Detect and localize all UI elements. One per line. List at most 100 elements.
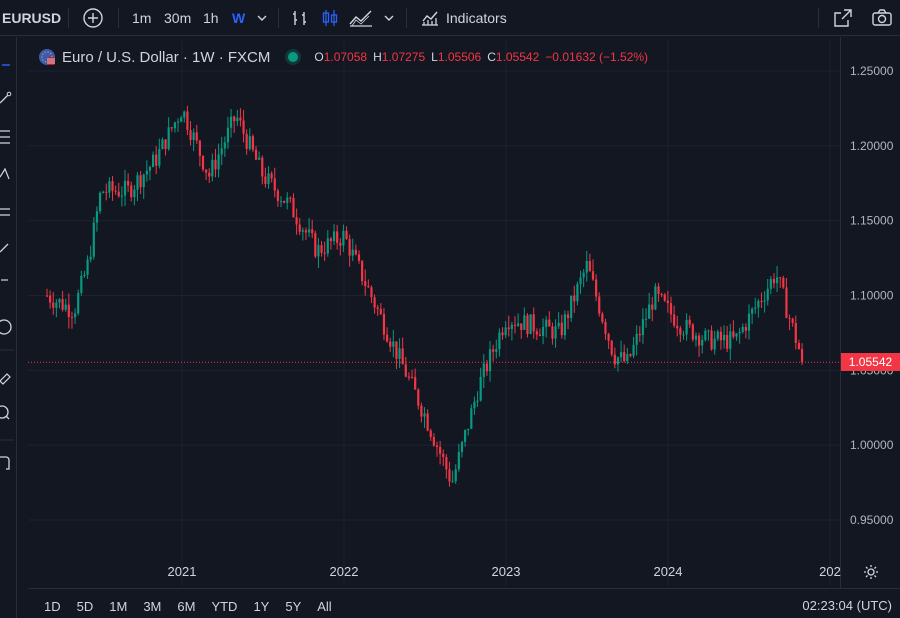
range-ytd[interactable]: YTD bbox=[211, 599, 237, 614]
candle-body bbox=[333, 231, 335, 241]
candle-body bbox=[714, 339, 716, 350]
candle-body bbox=[305, 230, 307, 232]
candle-body bbox=[149, 167, 151, 171]
candle-body bbox=[143, 175, 145, 188]
candle-body bbox=[455, 469, 457, 481]
candle-body bbox=[299, 224, 301, 231]
candle-body bbox=[174, 122, 176, 128]
candle-body bbox=[754, 307, 756, 308]
candle-body bbox=[202, 156, 204, 170]
candle-body bbox=[608, 334, 610, 341]
candle-body bbox=[442, 454, 444, 457]
candle-body bbox=[651, 305, 653, 310]
candle-body bbox=[408, 377, 410, 378]
market-status-icon bbox=[288, 52, 298, 62]
candle-body bbox=[467, 429, 469, 430]
candle-body bbox=[58, 299, 60, 302]
candle-body bbox=[461, 442, 463, 452]
price-chart[interactable]: 1.250001.200001.150001.100001.050001.000… bbox=[0, 0, 900, 618]
candle-body bbox=[77, 293, 79, 313]
candle-body bbox=[654, 286, 656, 309]
candle-body bbox=[536, 331, 538, 334]
candle-body bbox=[133, 190, 135, 197]
time-axis-labels: 2021202220232024202 bbox=[168, 564, 841, 579]
candle-body bbox=[757, 301, 759, 307]
candle-body bbox=[311, 229, 313, 233]
candle-body bbox=[417, 390, 419, 406]
candle-body bbox=[795, 323, 797, 343]
candle-body bbox=[342, 231, 344, 246]
candle-body bbox=[710, 330, 712, 349]
candle-body bbox=[735, 333, 737, 336]
candle-body bbox=[788, 318, 790, 319]
candle-body bbox=[626, 354, 628, 361]
candle-body bbox=[130, 185, 132, 197]
candle-body bbox=[779, 277, 781, 278]
candle-body bbox=[458, 452, 460, 469]
candle-body bbox=[186, 112, 188, 131]
candle-body bbox=[686, 320, 688, 335]
candle-body bbox=[501, 333, 503, 336]
gear-icon[interactable] bbox=[862, 563, 880, 586]
candle-body bbox=[108, 181, 110, 192]
candle-body bbox=[199, 141, 201, 156]
candle-body bbox=[105, 192, 107, 193]
candle-body bbox=[314, 233, 316, 256]
range-3m[interactable]: 3M bbox=[143, 599, 161, 614]
chart-grid bbox=[28, 40, 840, 586]
candle-body bbox=[739, 332, 741, 334]
chart-legend: Euro / U.S. Dollar · 1W · FXCM O1.07058 … bbox=[38, 46, 654, 68]
candle-body bbox=[611, 341, 613, 355]
price-tick-label: 1.20000 bbox=[850, 139, 894, 153]
range-5y[interactable]: 5Y bbox=[285, 599, 301, 614]
range-1d[interactable]: 1D bbox=[44, 599, 61, 614]
open-value: O1.07058 bbox=[314, 50, 367, 64]
close-value: C1.05542 bbox=[487, 50, 539, 64]
candle-body bbox=[80, 276, 82, 293]
symbol-title[interactable]: Euro / U.S. Dollar · 1W · FXCM bbox=[62, 49, 270, 66]
candle-body bbox=[352, 250, 354, 256]
range-all[interactable]: All bbox=[317, 599, 331, 614]
candle-body bbox=[676, 326, 678, 329]
candle-body bbox=[246, 134, 248, 149]
candle-body bbox=[71, 317, 73, 318]
price-tick-label: 1.10000 bbox=[850, 289, 894, 303]
candle-body bbox=[49, 296, 51, 303]
candle-body bbox=[111, 181, 113, 191]
range-5d[interactable]: 5D bbox=[77, 599, 94, 614]
candle-body bbox=[230, 117, 232, 128]
candle-body bbox=[798, 343, 800, 349]
candle-body bbox=[517, 323, 519, 325]
candle-body bbox=[68, 305, 70, 317]
candle-body bbox=[140, 175, 142, 187]
time-tick-label: 2023 bbox=[492, 564, 521, 579]
candle-body bbox=[258, 158, 260, 160]
candle-body bbox=[773, 279, 775, 283]
candle-body bbox=[93, 223, 95, 257]
candle-body bbox=[330, 239, 332, 242]
range-1m[interactable]: 1M bbox=[109, 599, 127, 614]
candle-body bbox=[280, 201, 282, 202]
candle-body bbox=[595, 279, 597, 296]
candle-body bbox=[196, 132, 198, 140]
range-6m[interactable]: 6M bbox=[177, 599, 195, 614]
range-1y[interactable]: 1Y bbox=[253, 599, 269, 614]
candle-body bbox=[604, 322, 606, 334]
candle-body bbox=[523, 315, 525, 330]
candle-body bbox=[62, 299, 64, 310]
candle-body bbox=[221, 148, 223, 154]
candle-body bbox=[439, 447, 441, 454]
candle-body bbox=[573, 296, 575, 302]
candle-body bbox=[751, 309, 753, 314]
candle-body bbox=[539, 334, 541, 335]
candle-body bbox=[682, 334, 684, 335]
candle-body bbox=[526, 315, 528, 334]
candle-body bbox=[570, 296, 572, 318]
candle-body bbox=[339, 243, 341, 246]
utc-clock[interactable]: 02:23:04 (UTC) bbox=[802, 594, 892, 618]
candle-body bbox=[430, 430, 432, 437]
candles-group bbox=[46, 106, 803, 487]
candle-body bbox=[792, 319, 794, 323]
candle-body bbox=[177, 122, 179, 123]
candle-body bbox=[99, 193, 101, 211]
